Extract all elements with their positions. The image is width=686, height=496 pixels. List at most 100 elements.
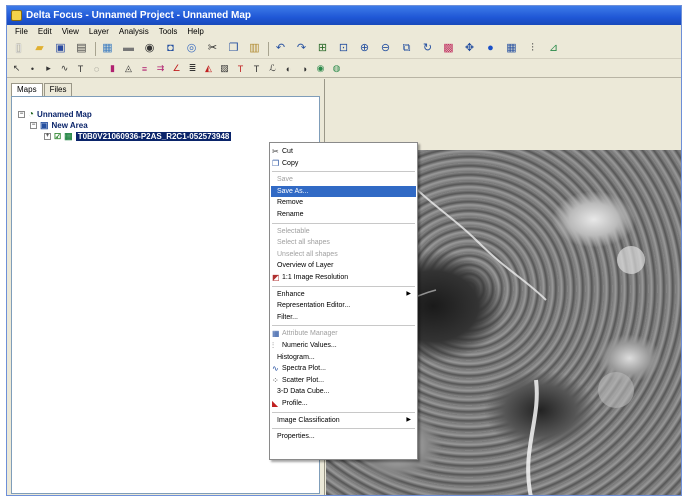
menu-item-select-all-shapes[interactable]: Select all shapes xyxy=(271,237,416,248)
menu-item-label: Select all shapes xyxy=(277,239,330,247)
copy-icon[interactable]: ❐ xyxy=(226,42,241,56)
menu-tools[interactable]: Tools xyxy=(154,27,183,36)
tree-item-layer[interactable]: + ☑ ▦ T0B0V21060936-P2AS_R2C1-052573948 xyxy=(44,131,232,142)
zoom-window-icon[interactable]: ⊡ xyxy=(336,42,351,56)
menu-item-filter[interactable]: Filter... xyxy=(271,312,416,323)
disk-icon[interactable]: ◉ xyxy=(142,42,157,56)
menu-item-rename[interactable]: Rename xyxy=(271,209,416,220)
menu-item-overview-of-layer[interactable]: Overview of Layer xyxy=(271,260,416,271)
menu-file[interactable]: File xyxy=(10,27,33,36)
arrow-icon[interactable]: ▸ xyxy=(43,63,54,75)
layers-icon[interactable]: ◘ xyxy=(163,42,178,56)
ruler-icon[interactable]: ▬ xyxy=(121,42,136,56)
zoom-extent-icon[interactable]: ⊞ xyxy=(315,42,330,56)
pointer-icon[interactable]: ↖ xyxy=(11,63,22,75)
pattern-icon[interactable]: ▨ xyxy=(219,63,230,75)
layer-context-menu: ✂ Cut ❐ Copy Save Save As... Remove Rename Selec… xyxy=(269,142,418,460)
text-color-icon[interactable]: T xyxy=(235,63,246,75)
line-color-icon[interactable]: ∠ xyxy=(171,63,182,75)
menu-item-scatter-plot[interactable]: ⁘ Scatter Plot... xyxy=(271,375,416,386)
globe-icon[interactable]: ◍ xyxy=(331,63,342,75)
cut-icon[interactable]: ✂ xyxy=(205,42,220,56)
marker-icon[interactable]: ◐ xyxy=(283,63,294,75)
weight-icon[interactable]: ≣ xyxy=(187,63,198,75)
tree-item-area[interactable]: − ▣ New Area xyxy=(30,120,88,131)
paste-icon[interactable]: ▥ xyxy=(247,42,262,56)
menu-item-numeric-values[interactable]: ⫶ Numeric Values... xyxy=(271,340,416,351)
tab-maps[interactable]: Maps xyxy=(11,83,43,96)
submenu-arrow-icon: ▶ xyxy=(406,416,411,423)
table-icon[interactable]: ▦ xyxy=(504,42,519,56)
chart-icon[interactable]: ⫶ xyxy=(525,42,540,56)
menu-item-histogram[interactable]: Histogram... xyxy=(271,352,416,363)
menu-item-3-d-data-cube[interactable]: 3-D Data Cube... xyxy=(271,386,416,397)
undo-icon[interactable]: ↶ xyxy=(273,42,288,56)
menu-item-copy[interactable]: ❐ Copy xyxy=(271,158,416,169)
menu-layer[interactable]: Layer xyxy=(84,27,114,36)
drawing-toolbar: ↖ • ▸ ∿ T ◌ ▮ ◬ ≡ ⇉ ∠ ≣ ◭ ▨ T T ℒ ◐ ◑ ◉ … xyxy=(7,60,681,78)
pan-icon[interactable]: ✥ xyxy=(462,42,477,56)
menu-item-image-classification[interactable]: Image Classification ▶ xyxy=(271,415,416,426)
symbol-icon[interactable]: ℒ xyxy=(267,63,278,75)
menu-item-save-as[interactable]: Save As... xyxy=(271,185,416,197)
font-icon[interactable]: T xyxy=(251,63,262,75)
database-icon[interactable]: ◎ xyxy=(184,42,199,56)
text-icon[interactable]: T xyxy=(75,63,86,75)
menu-item-representation-editor[interactable]: Representation Editor... xyxy=(271,300,416,311)
menu-item-cut[interactable]: ✂ Cut xyxy=(271,146,416,157)
print-icon[interactable]: ▤ xyxy=(74,42,89,56)
menu-help[interactable]: Help xyxy=(182,27,208,36)
shape-icon[interactable]: ◌ xyxy=(91,63,102,75)
save-icon[interactable]: ▣ xyxy=(53,42,68,56)
rotate-icon[interactable]: ↻ xyxy=(420,42,435,56)
menu-view[interactable]: View xyxy=(57,27,84,36)
collapse-icon[interactable]: − xyxy=(18,111,25,118)
collapse-icon[interactable]: − xyxy=(30,122,37,129)
menu-item-save[interactable]: Save xyxy=(271,174,416,185)
window-title: Delta Focus - Unnamed Project - Unnamed … xyxy=(26,10,252,21)
menu-item-unselect-all-shapes[interactable]: Unselect all shapes xyxy=(271,249,416,260)
copy-icon: ❐ xyxy=(272,158,280,168)
title-bar[interactable]: Delta Focus - Unnamed Project - Unnamed … xyxy=(7,6,681,25)
collapse-icon[interactable]: + xyxy=(44,133,51,140)
image-icon[interactable]: ▩ xyxy=(441,42,456,56)
menu-item-label: 1:1 Image Resolution xyxy=(282,274,349,281)
redo-icon[interactable]: ↷ xyxy=(294,42,309,56)
menu-analysis[interactable]: Analysis xyxy=(114,27,154,36)
menu-separator xyxy=(272,411,415,413)
menu-item-label: Cut xyxy=(282,148,293,155)
eye-icon[interactable]: ◉ xyxy=(315,63,326,75)
menu-item-properties[interactable]: Properties... xyxy=(271,431,416,442)
tab-files[interactable]: Files xyxy=(43,83,73,96)
zoom-previous-icon[interactable]: ⧉ xyxy=(399,42,414,56)
scatter-icon: ⁘ xyxy=(272,375,279,385)
menu-item-label: Numeric Values... xyxy=(282,342,337,349)
menu-item-1-1-image-resolution[interactable]: ◩ 1:1 Image Resolution xyxy=(271,272,416,283)
zoom-in-icon[interactable]: ⊕ xyxy=(357,42,372,56)
preview-icon[interactable]: ▦ xyxy=(100,42,115,56)
new-icon[interactable]: ▯ xyxy=(11,42,26,56)
zoom-out-icon[interactable]: ⊖ xyxy=(378,42,393,56)
menu-item-spectra-plot[interactable]: ∿ Spectra Plot... xyxy=(271,363,416,374)
info-icon[interactable]: ● xyxy=(483,42,498,56)
graph-icon[interactable]: ⊿ xyxy=(546,42,561,56)
open-icon[interactable]: ▰ xyxy=(32,42,47,56)
fill-icon[interactable]: ◬ xyxy=(123,63,134,75)
checkbox-icon[interactable]: ☑ xyxy=(54,132,61,141)
fill-color-icon[interactable]: ◭ xyxy=(203,63,214,75)
menu-item-selectable[interactable]: Selectable xyxy=(271,226,416,237)
table-icon: ▦ xyxy=(272,329,280,339)
menu-item-attribute-manager[interactable]: ▦ Attribute Manager xyxy=(271,328,416,339)
menu-item-remove[interactable]: Remove xyxy=(271,197,416,208)
menu-edit[interactable]: Edit xyxy=(33,27,57,36)
arrow-style-icon[interactable]: ⇉ xyxy=(155,63,166,75)
toolbar-separator xyxy=(95,41,96,56)
point-icon[interactable]: • xyxy=(27,63,38,75)
tree-item-map[interactable]: − ◔ Unnamed Map xyxy=(18,109,92,120)
line-style-icon[interactable]: ≡ xyxy=(139,63,150,75)
line-icon[interactable]: ∿ xyxy=(59,63,70,75)
transparency-icon[interactable]: ◑ xyxy=(299,63,310,75)
color-icon[interactable]: ▮ xyxy=(107,63,118,75)
menu-item-enhance[interactable]: Enhance ▶ xyxy=(271,289,416,300)
menu-item-profile[interactable]: ◣ Profile... xyxy=(271,398,416,409)
